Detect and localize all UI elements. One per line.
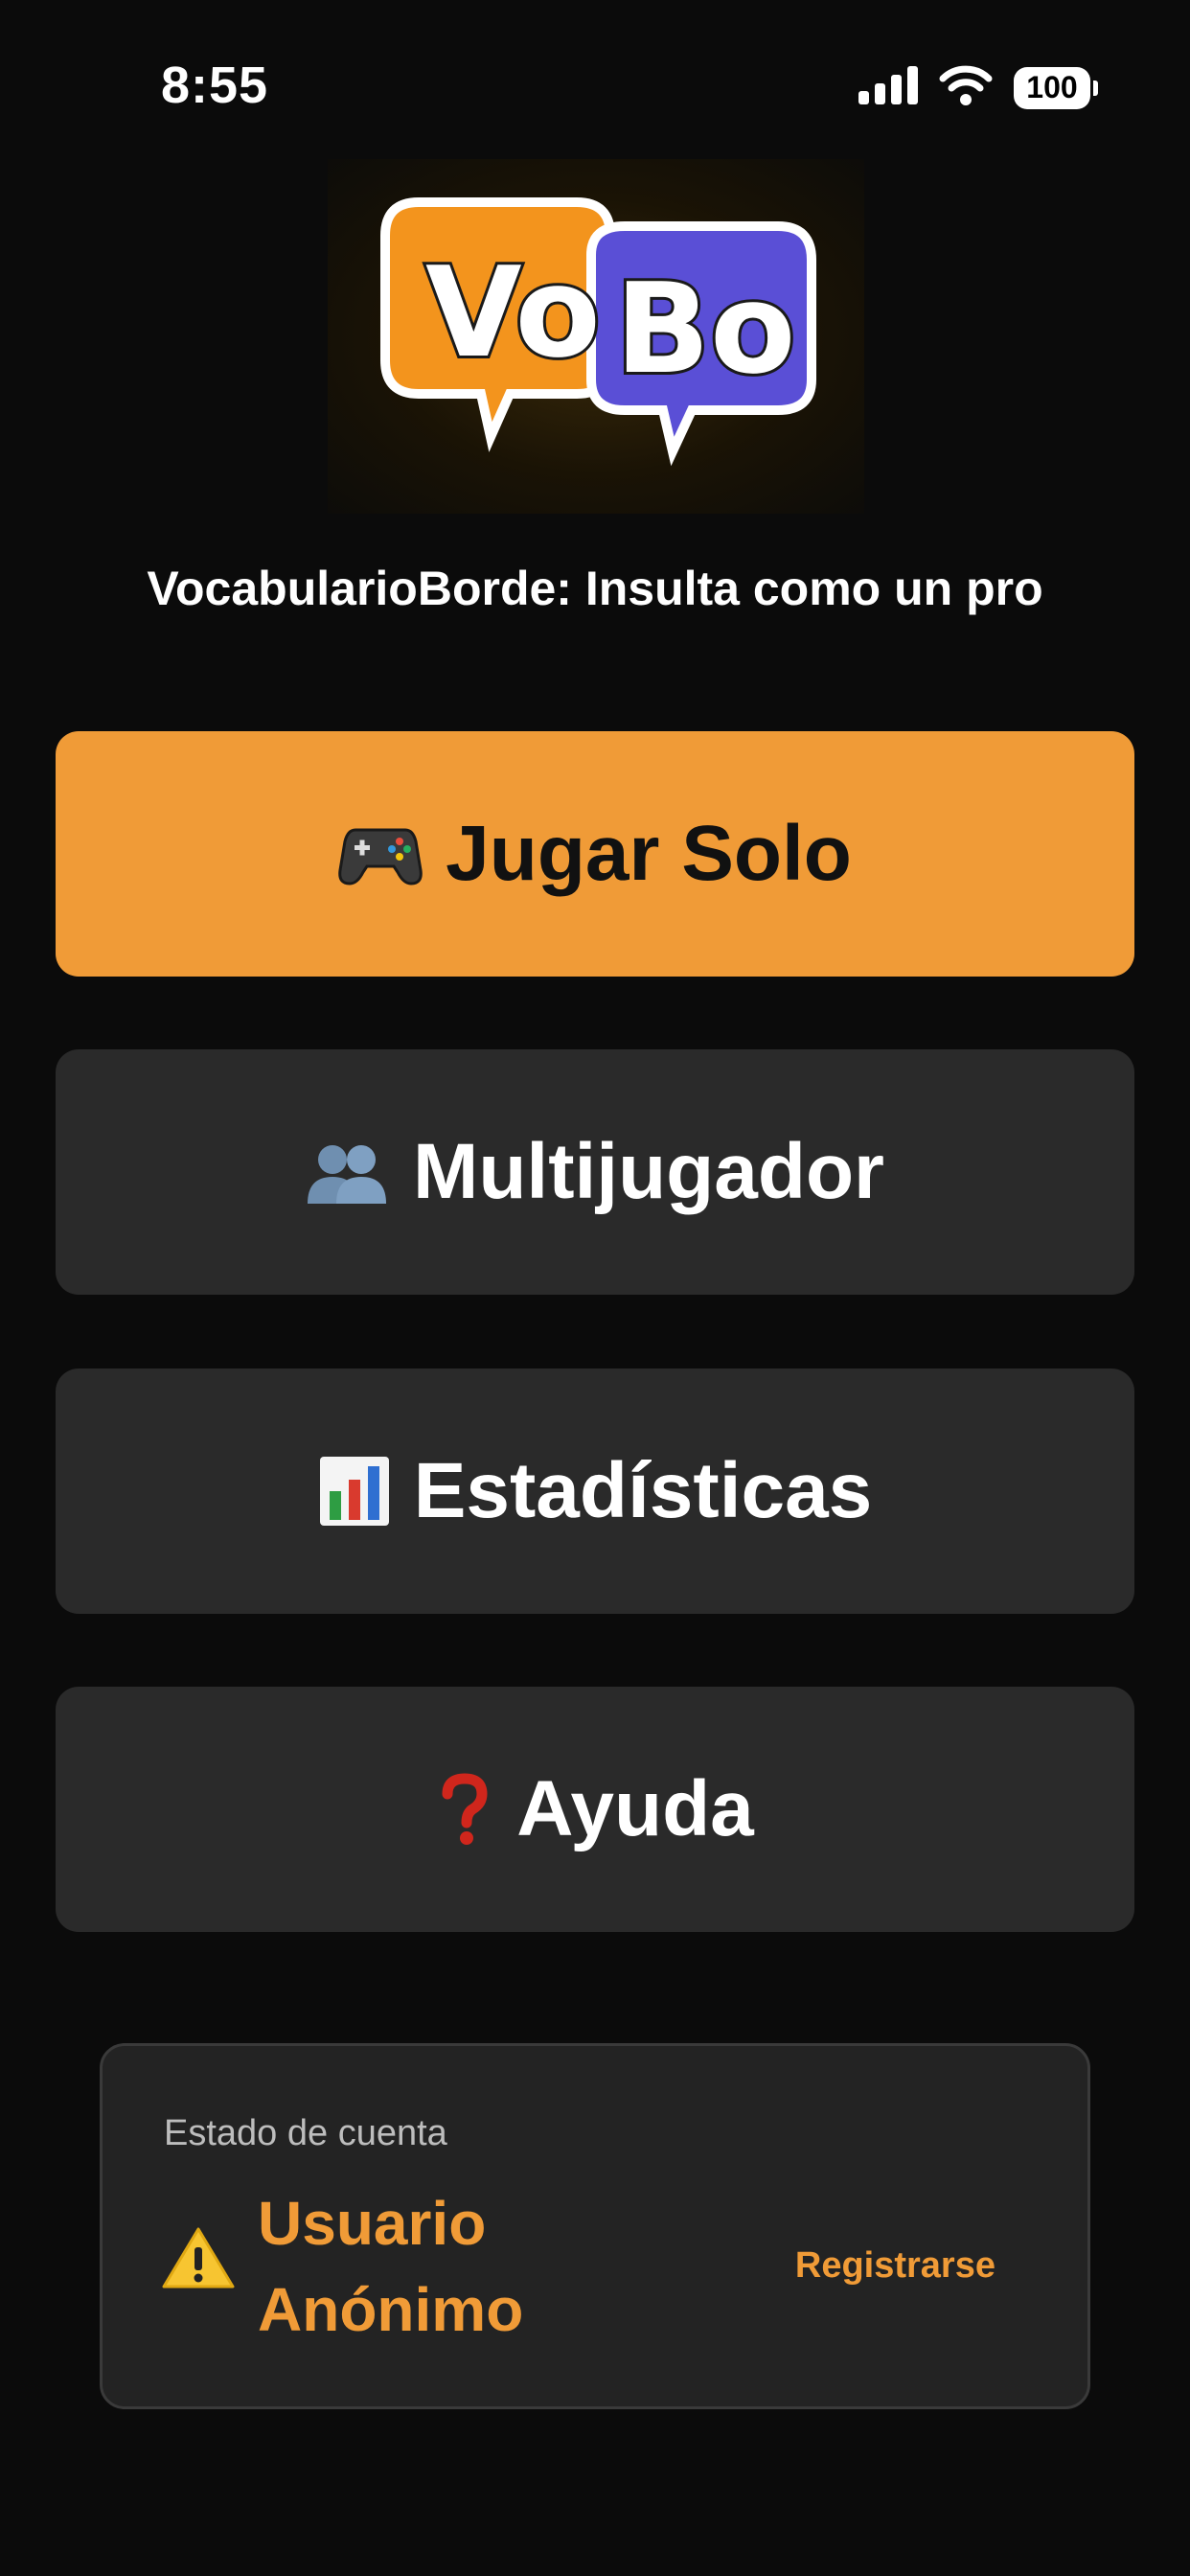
status-icons: 100 [858, 65, 1098, 110]
multiplayer-button[interactable]: Multijugador [56, 1049, 1134, 1295]
game-controller-icon [338, 820, 423, 887]
stats-label: Estadísticas [413, 1447, 873, 1534]
help-button[interactable]: Ayuda [56, 1687, 1134, 1932]
stats-button[interactable]: Estadísticas [56, 1368, 1134, 1614]
multiplayer-label: Multijugador [413, 1128, 884, 1215]
account-status-card: Estado de cuenta Usuario Anónimo Registr… [100, 2043, 1090, 2409]
question-mark-icon [436, 1773, 493, 1846]
warning-icon [162, 2226, 235, 2294]
app-subtitle: VocabularioBorde: Insulta como un pro [147, 562, 1043, 615]
account-caption: Estado de cuenta [164, 2113, 447, 2153]
play-solo-label: Jugar Solo [446, 810, 852, 897]
help-label: Ayuda [516, 1765, 754, 1852]
register-button[interactable]: Registrarse [795, 2245, 995, 2287]
battery-indicator: 100 [1014, 66, 1098, 109]
wifi-icon [939, 65, 993, 110]
status-time: 8:55 [161, 57, 269, 114]
bar-chart-icon [318, 1455, 391, 1528]
signal-icon [858, 66, 918, 109]
user-status: Usuario Anónimo [258, 2180, 603, 2353]
user-status-line1: Usuario [258, 2189, 487, 2258]
logo-text-bo: Bo [615, 256, 795, 402]
play-solo-button[interactable]: Jugar Solo [56, 731, 1134, 977]
status-bar: 8:55 100 [0, 0, 1190, 172]
two-users-icon [306, 1138, 390, 1206]
user-status-line2: Anónimo [258, 2275, 524, 2344]
vobo-logo: Vo Bo [328, 159, 864, 514]
logo-text-vo: Vo [425, 240, 601, 385]
